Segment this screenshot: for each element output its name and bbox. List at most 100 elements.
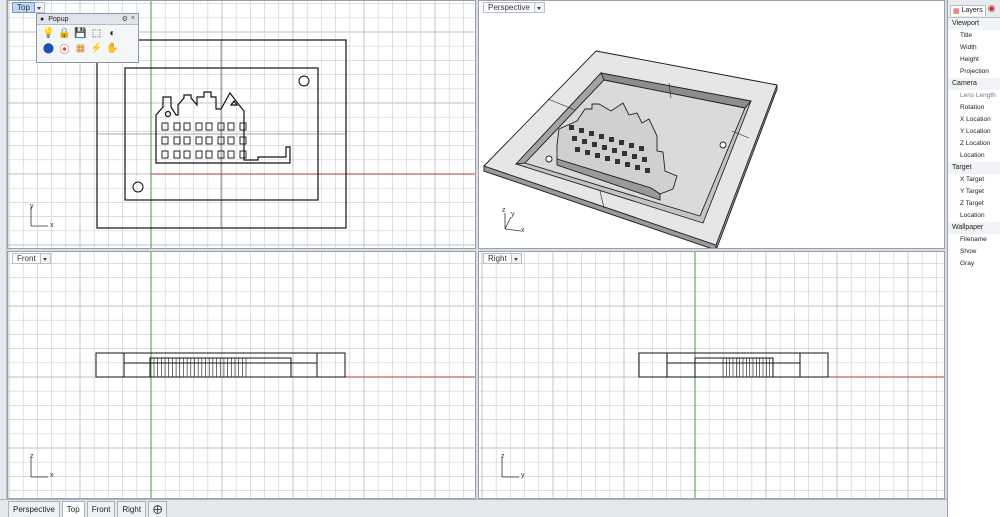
render-sphere-icon[interactable]: ⬤ [42, 42, 55, 55]
window-mark [625, 162, 630, 167]
gear-icon[interactable]: ⚙ [122, 15, 128, 23]
window-mark [615, 159, 620, 164]
right-view-canvas [479, 252, 944, 498]
property-x-location[interactable]: X Location [948, 114, 1000, 126]
axis-x-label: x [521, 227, 525, 234]
tab-top[interactable]: Top [61, 501, 85, 517]
viewport-title-label: Perspective [483, 2, 535, 13]
property-z-target[interactable]: Z Target [948, 198, 1000, 210]
right-profile [638, 352, 829, 378]
viewport-menu-dropdown[interactable] [511, 253, 522, 264]
window-mark [572, 136, 577, 141]
window-outline [205, 122, 213, 131]
property-z-location[interactable]: Z Location [948, 138, 1000, 150]
front-view-canvas [8, 252, 475, 498]
property-show[interactable]: Show [948, 246, 1000, 258]
window-mark [629, 143, 634, 148]
window-outline [183, 122, 191, 131]
viewport-menu-dropdown[interactable] [534, 2, 545, 13]
window-mark [619, 140, 624, 145]
property-location[interactable]: Location [948, 210, 1000, 222]
left-toolbar-strip [0, 0, 7, 499]
layers-stack-icon[interactable]: ▦ [74, 42, 87, 55]
property-gray[interactable]: Gray [948, 258, 1000, 270]
zoom-extents-icon[interactable]: ⬚ [90, 27, 103, 40]
viewport-title-label: Top [12, 2, 35, 13]
viewport-menu-dropdown[interactable] [40, 253, 51, 264]
save-icon[interactable]: 💾 [74, 27, 87, 40]
viewport-title-front[interactable]: Front [12, 253, 51, 264]
window-mark [569, 125, 574, 130]
window-mark [579, 128, 584, 133]
add-tab-icon[interactable]: ⨁ [148, 501, 168, 517]
color-wheel-icon[interactable]: ⦿ [58, 42, 71, 56]
viewport-front[interactable]: Front z x [7, 251, 476, 499]
section-target: Target [948, 162, 1000, 174]
properties-icon[interactable]: ◉ [988, 3, 996, 14]
viewport-menu-dropdown[interactable] [34, 2, 45, 13]
tab-right[interactable]: Right [117, 501, 147, 517]
tray-model [483, 50, 778, 248]
window-mark [605, 156, 610, 161]
viewport-title-right[interactable]: Right [483, 253, 522, 264]
viewport-perspective[interactable]: Perspective z y x [478, 0, 945, 249]
window-mark [602, 145, 607, 150]
axis-y-label: y [511, 211, 515, 218]
tab-front[interactable]: Front [86, 501, 116, 517]
tab-layers[interactable]: ▦ Layers [950, 4, 986, 16]
popup-toolbar[interactable]: ● Popup ⚙ × 💡 🔒 💾 ⬚ ◐ ⬤ ⦿ ▦ ⚡ ✋ [36, 13, 139, 63]
viewport-right[interactable]: Right z y [478, 251, 945, 499]
window-mark [582, 139, 587, 144]
window-outline [227, 150, 235, 159]
axis-y-label: y [521, 472, 525, 479]
window-outline [227, 136, 235, 145]
section-viewport: Viewport [948, 18, 1000, 30]
light-spot-icon[interactable]: ⚡ [90, 42, 103, 55]
window-mark [622, 151, 627, 156]
window-outline [195, 136, 203, 145]
close-icon[interactable]: × [131, 15, 135, 23]
property-rotation[interactable]: Rotation [948, 102, 1000, 114]
sphere-shade-icon[interactable]: ◐ [106, 27, 119, 40]
popup-pin-icon[interactable]: ● [40, 16, 44, 23]
property-width[interactable]: Width [948, 42, 1000, 54]
axis-x-label: x [50, 472, 54, 479]
axis-z-label: z [30, 453, 34, 460]
window-outline [183, 150, 191, 159]
property-y-target[interactable]: Y Target [948, 186, 1000, 198]
pan-hand-icon[interactable]: ✋ [106, 42, 119, 55]
axis-z-label: z [501, 453, 505, 460]
properties-panel: ▦ Layers ◉ Viewport Title Width Height Proje… [947, 0, 1000, 517]
window-mark [595, 153, 600, 158]
lock-icon[interactable]: 🔒 [58, 27, 71, 40]
window-mark [632, 154, 637, 159]
viewport-tabs-bar: Perspective Top Front Right ⨁ [0, 499, 947, 517]
viewport-title-perspective[interactable]: Perspective [483, 2, 545, 13]
window-outline [195, 122, 203, 131]
window-mark [635, 165, 640, 170]
property-lens-length[interactable]: Lens Length [948, 90, 1000, 102]
property-location[interactable]: Location [948, 150, 1000, 162]
viewport-title-top[interactable]: Top [12, 2, 45, 13]
tab-perspective[interactable]: Perspective [8, 501, 60, 517]
property-filename[interactable]: Filename [948, 234, 1000, 246]
property-title[interactable]: Title [948, 30, 1000, 42]
hole-bottom-left [132, 181, 144, 193]
window-outline [239, 150, 247, 159]
window-mark [589, 131, 594, 136]
viewport-title-label: Right [483, 253, 512, 264]
window-outline [205, 136, 213, 145]
window-mark [592, 142, 597, 147]
axis-y-label: y [30, 203, 34, 210]
property-x-target[interactable]: X Target [948, 174, 1000, 186]
lightbulb-icon[interactable]: 💡 [42, 27, 55, 40]
viewport-top[interactable]: Top y x ● Popup ⚙ × 💡 🔒 💾 ⬚ ◐ ⬤ ⦿ ▦ ⚡ ✋ [7, 0, 476, 249]
window-mark [585, 150, 590, 155]
property-y-location[interactable]: Y Location [948, 126, 1000, 138]
window-mark [645, 168, 650, 173]
axis-z-label: z [502, 207, 506, 214]
section-wallpaper: Wallpaper [948, 222, 1000, 234]
property-height[interactable]: Height [948, 54, 1000, 66]
layers-icon: ▦ [953, 7, 960, 15]
property-projection[interactable]: Projection [948, 66, 1000, 78]
